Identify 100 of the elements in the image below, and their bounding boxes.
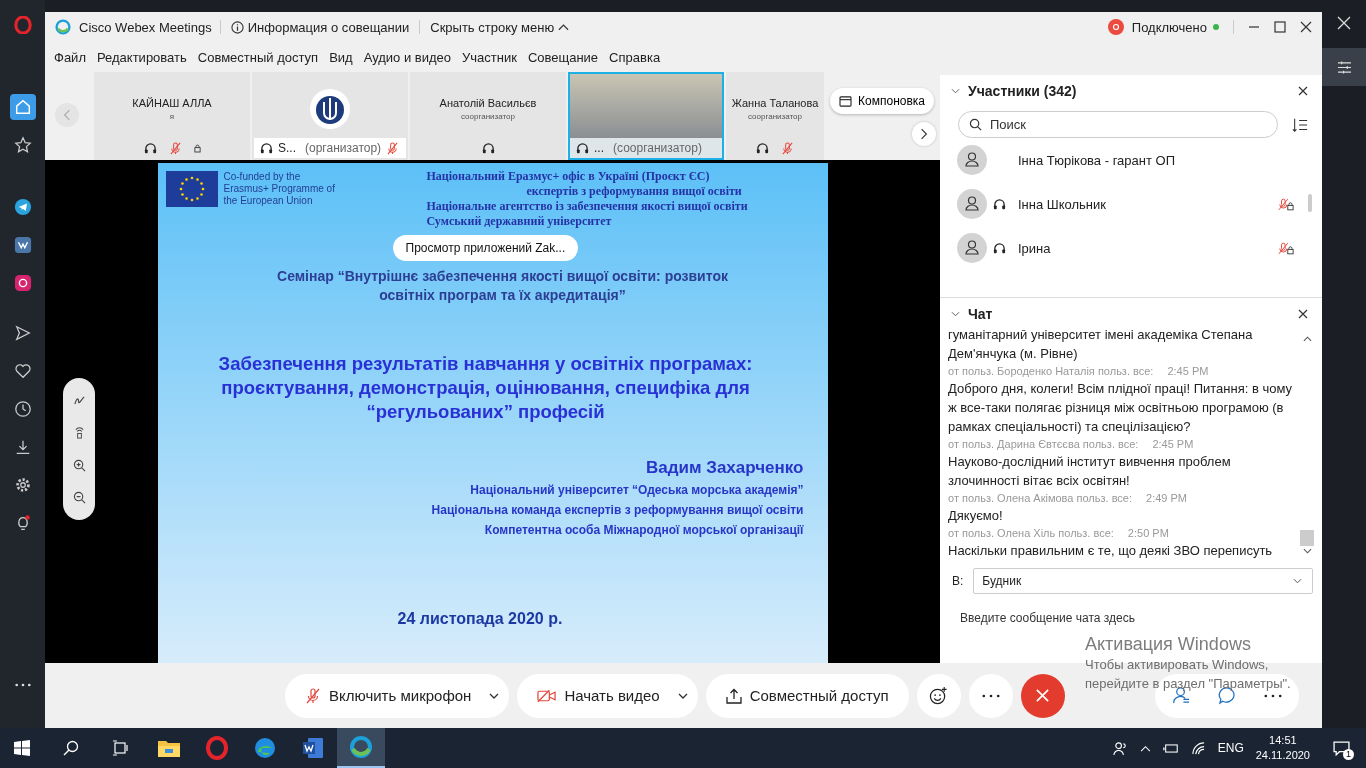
participant-name: Жанна Таланова [731, 97, 819, 109]
app-title: Cisco Webex Meetings [79, 19, 212, 35]
menu-item[interactable]: Совместный доступ [197, 49, 319, 65]
participant-tile[interactable]: КАЙНАШ АЛЛА я [94, 72, 250, 160]
notification-icon [1332, 740, 1350, 756]
webex-logo-icon [55, 19, 71, 35]
chevron-right-icon [920, 128, 928, 140]
participant-role: (соорганизатор) [613, 141, 702, 155]
participant-name: Інна Школьник [1018, 196, 1106, 212]
search-icon[interactable] [63, 740, 79, 756]
participant-role: (организатор) [305, 141, 382, 155]
caret-up-icon [558, 23, 570, 31]
recipient-label: В: [952, 574, 964, 588]
muted-microphone-icon [305, 687, 321, 704]
menu-item[interactable]: Справка [609, 49, 661, 65]
layout-icon [839, 95, 853, 107]
menu-item[interactable]: Редактировать [96, 49, 187, 65]
scrollbar-thumb[interactable] [1300, 530, 1314, 546]
caret-down-icon[interactable] [489, 692, 500, 699]
participants-title: Участники (342) [968, 83, 1077, 99]
menu-item[interactable]: Вид [329, 49, 353, 65]
author-affiliation: Компетентна особа Міжнародної морської організації [484, 522, 804, 539]
message-sender: от польз. Олена Акімова польз. все: [948, 491, 1133, 506]
participant-row[interactable]: Ірина [940, 226, 1322, 270]
participant-tile[interactable]: ... (соорганизатор) [568, 72, 724, 160]
recording-icon [1107, 19, 1124, 35]
chat-message: Науково-дослідний інститут вивчення проблем злочинності вітає всіх освітян! [948, 453, 1232, 490]
video-button[interactable]: Начать видео [517, 673, 698, 718]
participant-tile[interactable]: Жанна Таланова соорганизатор [726, 72, 824, 160]
close-icon[interactable] [1298, 86, 1308, 96]
battery-icon[interactable] [1162, 742, 1179, 754]
participant-name: S... [278, 141, 296, 155]
message-sender: от польз. Бороденко Наталія польз. все: [948, 364, 1154, 379]
home-icon[interactable] [9, 94, 36, 120]
menu-item[interactable]: Участник [462, 49, 517, 65]
participant-role: я [169, 112, 175, 121]
meeting-info-button[interactable]: Информация о совещании [228, 17, 412, 37]
wifi-icon[interactable] [1190, 741, 1206, 755]
collapse-icon[interactable] [951, 88, 960, 94]
windows-start-icon[interactable] [14, 740, 30, 756]
chat-message: Доброго дня, колеги! Всім плідної праці! Питання: в чому ж все-таки полягає різниця між освітньою програмою (в рамках спеціальності) та спецілізацією? [948, 380, 1293, 436]
sort-icon[interactable] [1292, 116, 1308, 133]
chat-title: Чат [968, 306, 993, 322]
chat-input[interactable]: Введите сообщение чата здесь [958, 610, 1262, 626]
message-time: 2:45 PM [1167, 364, 1209, 379]
menu-item[interactable]: Аудио и видео [363, 49, 452, 65]
organization-line: Національне агентство із забезпечення якості вищої освіти [426, 199, 748, 214]
task-view-icon[interactable] [112, 740, 128, 756]
zoom-in-icon[interactable] [72, 458, 86, 472]
video-off-icon [537, 688, 557, 703]
participant-row[interactable]: Інна Тюрікова - гарант ОП [940, 138, 1322, 182]
next-button[interactable] [912, 122, 936, 146]
message-sender: от польз. Олена Хіль польз. все: [948, 526, 1114, 541]
seminar-title: Семінар “Внутрішнє забезпечення якості вищої освіти: розвиток освітніх програм та їх акредитація” [276, 267, 729, 305]
author-affiliation: Національний університет “Одеська морська академія” [470, 482, 804, 499]
layout-button[interactable]: Компоновка [830, 88, 934, 114]
participant-row[interactable]: Інна Школьник [940, 182, 1322, 226]
message-sender: от польз. Дарина Євтєєва польз. все: [948, 437, 1139, 452]
zoom-out-icon[interactable] [72, 491, 86, 505]
chat-message: гуманітарний університет імені академіка Степана Дем'янчука (м. Рівне) [948, 330, 1254, 363]
university-logo-icon [310, 89, 350, 129]
close-icon[interactable] [1298, 309, 1308, 319]
search-field[interactable]: Поиск [958, 111, 1278, 138]
search-icon [969, 118, 982, 131]
webex-app-icon[interactable] [337, 728, 385, 768]
more-icon[interactable] [13, 682, 32, 688]
chevron-up-icon[interactable] [1139, 744, 1151, 752]
avatar-icon [957, 145, 987, 175]
participant-tile[interactable]: S... (организатор) [252, 72, 408, 160]
clock-date[interactable]: 24.11.2020 [1255, 748, 1310, 763]
participant-name: ... [594, 141, 604, 155]
participant-tile[interactable]: Анатолій Васильєв соорганизатор [410, 72, 566, 160]
maximize-icon[interactable] [1274, 21, 1286, 33]
emoji-icon [929, 686, 949, 705]
info-icon [230, 20, 244, 34]
people-icon[interactable] [1112, 740, 1128, 756]
scroll-down-icon[interactable] [1302, 548, 1312, 554]
menu-item[interactable]: Файл [54, 49, 86, 65]
menu-item[interactable]: Совещание [527, 49, 599, 65]
mic-button[interactable]: Включить микрофон [285, 673, 510, 718]
hide-menu-button[interactable]: Скрыть строку меню [428, 17, 572, 37]
clock-time[interactable]: 14:51 [1269, 733, 1297, 748]
share-icon [725, 687, 742, 704]
participant-role: соорганизатор [748, 112, 802, 121]
slide-title: Забезпечення результатів навчання у освітніх програмах: проєктування, демонстрація, оцінювання, специфіка для “регульованих” професій [217, 352, 754, 424]
notifications-button[interactable]: 1 [1330, 737, 1352, 759]
author-name: Вадим Захарченко [646, 458, 804, 478]
share-button[interactable]: Совместный доступ [705, 673, 909, 718]
recipient-dropdown[interactable]: Будник [973, 568, 1313, 594]
close-icon [1035, 688, 1051, 703]
close-icon[interactable] [1300, 21, 1312, 33]
settings-button[interactable] [1322, 48, 1366, 86]
organization-line: Національний Еразмус+ офіс в Україні (Проєкт ЄС) [426, 169, 711, 184]
language-indicator[interactable]: ENG [1217, 741, 1244, 755]
scroll-up-icon[interactable] [1302, 336, 1312, 342]
opera-logo-icon[interactable] [13, 16, 32, 34]
caret-down-icon[interactable] [677, 692, 688, 699]
collapse-icon[interactable] [951, 311, 960, 317]
caret-down-icon [1293, 578, 1302, 584]
scrollbar[interactable] [1308, 194, 1312, 212]
